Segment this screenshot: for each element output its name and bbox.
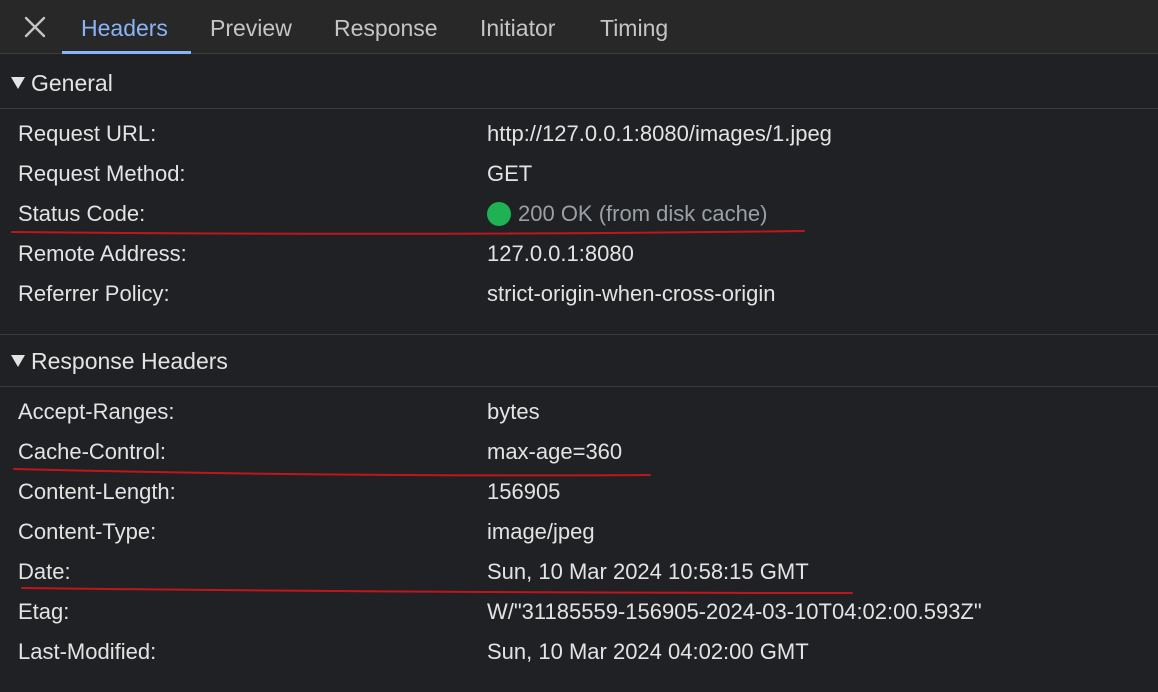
tab-preview[interactable]: Preview: [210, 0, 292, 54]
tab-response[interactable]: Response: [334, 0, 438, 54]
header-value[interactable]: image/jpeg: [487, 512, 595, 552]
header-value[interactable]: Sun, 10 Mar 2024 04:02:00 GMT: [487, 632, 809, 672]
header-key: Content-Type:: [18, 519, 157, 544]
close-icon: [24, 16, 46, 38]
active-tab-indicator: [62, 51, 191, 54]
header-value[interactable]: http://127.0.0.1:8080/images/1.jpeg: [487, 114, 832, 154]
response-row-etag: Etag: W/"31185559-156905-2024-03-10T04:0…: [0, 592, 1158, 632]
status-dot-icon: [487, 202, 511, 226]
header-value[interactable]: Sun, 10 Mar 2024 10:58:15 GMT: [487, 552, 809, 592]
general-row-referrer-policy: Referrer Policy: strict-origin-when-cros…: [0, 274, 1158, 314]
header-key: Content-Length:: [18, 479, 176, 504]
header-value[interactable]: 127.0.0.1:8080: [487, 234, 634, 274]
header-key: Accept-Ranges:: [18, 399, 175, 424]
tab-headers[interactable]: Headers: [81, 0, 168, 54]
header-value[interactable]: 156905: [487, 472, 560, 512]
header-value[interactable]: max-age=360: [487, 432, 622, 472]
header-key: Etag:: [18, 599, 70, 624]
header-key: Remote Address:: [18, 241, 187, 266]
response-row-last-modified: Last-Modified: Sun, 10 Mar 2024 04:02:00…: [0, 632, 1158, 672]
general-row-request-method: Request Method: GET: [0, 154, 1158, 194]
header-value[interactable]: W/"31185559-156905-2024-03-10T04:02:00.5…: [487, 592, 982, 632]
response-row-date: Date: Sun, 10 Mar 2024 10:58:15 GMT: [0, 552, 1158, 592]
header-value[interactable]: 200 OK (from disk cache): [518, 194, 767, 234]
tab-bar: Headers Preview Response Initiator Timin…: [0, 0, 1158, 54]
triangle-down-icon: [11, 355, 25, 367]
header-value[interactable]: bytes: [487, 392, 540, 432]
section-general-title: General: [31, 70, 113, 96]
header-key: Status Code:: [18, 201, 146, 226]
header-key: Referrer Policy:: [18, 281, 170, 306]
header-key: Last-Modified:: [18, 639, 157, 664]
header-key: Request URL:: [18, 121, 157, 146]
section-general-header[interactable]: General: [0, 57, 1158, 109]
close-button[interactable]: [20, 12, 50, 42]
triangle-down-icon: [11, 77, 25, 89]
general-row-status-code: Status Code: 200 OK (from disk cache): [0, 194, 1158, 234]
response-row-cache-control: Cache-Control: max-age=360: [0, 432, 1158, 472]
response-row-accept-ranges: Accept-Ranges: bytes: [0, 392, 1158, 432]
response-row-content-type: Content-Type: image/jpeg: [0, 512, 1158, 552]
section-response-headers-title: Response Headers: [31, 348, 228, 374]
tab-initiator[interactable]: Initiator: [480, 0, 555, 54]
section-response-headers-header[interactable]: Response Headers: [0, 335, 1158, 387]
tab-timing[interactable]: Timing: [600, 0, 668, 54]
header-value[interactable]: GET: [487, 154, 532, 194]
header-value[interactable]: strict-origin-when-cross-origin: [487, 274, 776, 314]
header-key: Request Method:: [18, 161, 186, 186]
header-key: Cache-Control:: [18, 439, 166, 464]
response-row-content-length: Content-Length: 156905: [0, 472, 1158, 512]
general-row-remote-address: Remote Address: 127.0.0.1:8080: [0, 234, 1158, 274]
general-row-request-url: Request URL: http://127.0.0.1:8080/image…: [0, 114, 1158, 154]
header-key: Date:: [18, 559, 71, 584]
